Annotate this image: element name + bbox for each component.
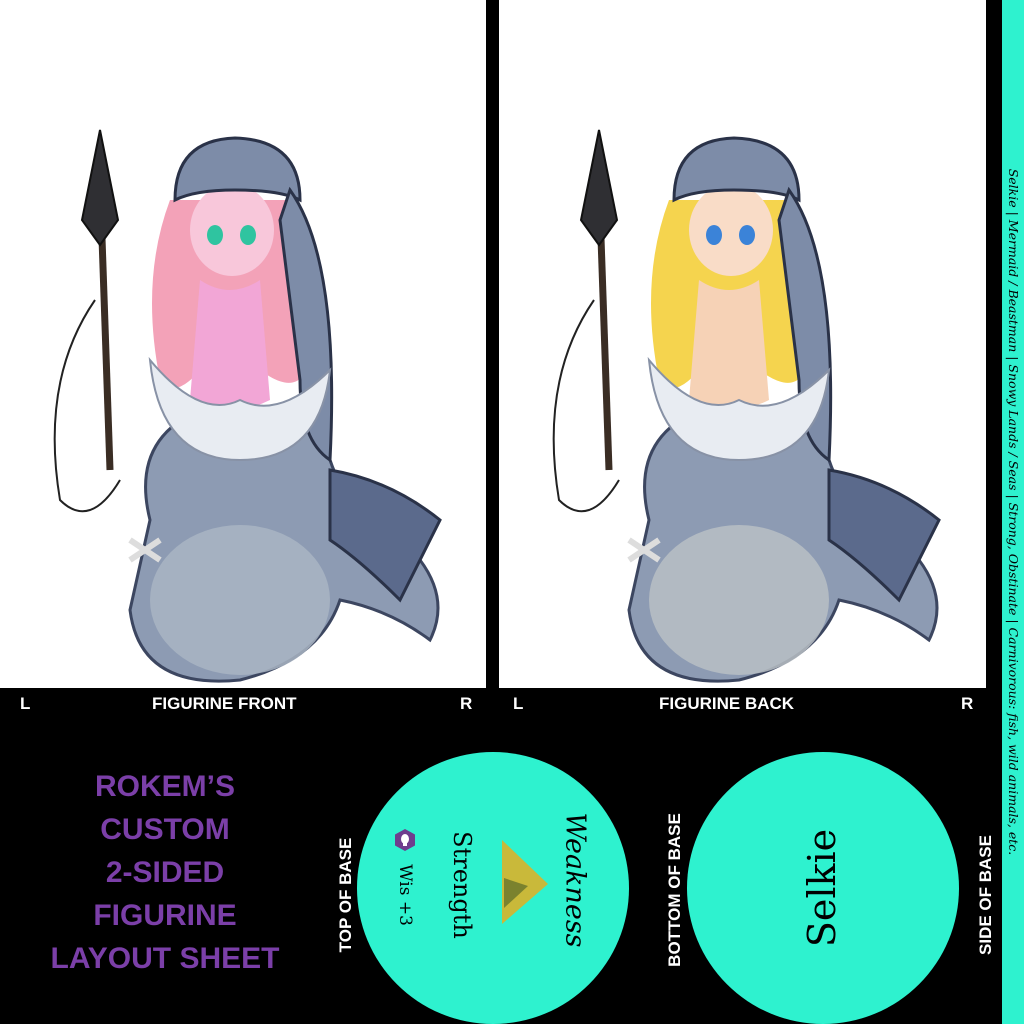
back-left-label: L: [513, 694, 524, 713]
back-right-label: R: [961, 694, 974, 713]
top-of-base-label: TOP OF BASE: [336, 837, 355, 953]
base-strength-text: Strength: [448, 831, 476, 939]
base-name-text: Selkie: [800, 828, 844, 948]
back-label-row: L FIGURINE BACK R: [499, 692, 986, 716]
selkie-front-illustration: [53, 129, 442, 683]
wisdom-hexagon-icon: [395, 829, 415, 851]
base-weakness-text: Weakness: [559, 812, 591, 948]
front-left-label: L: [20, 694, 31, 713]
layout-sheet-title: ROKEM’S CUSTOM 2-SIDED FIGURINE LAYOUT S…: [30, 765, 300, 980]
selkie-back-illustration: [552, 129, 941, 683]
title-line-3: 2-SIDED: [105, 856, 225, 889]
back-title: FIGURINE BACK: [659, 694, 795, 713]
front-label-row: L FIGURINE FRONT R: [0, 692, 486, 716]
base-stat-text: Wis +3: [395, 864, 415, 926]
title-line-1: ROKEM’S: [94, 770, 235, 803]
figurine-back-panel: [499, 0, 986, 688]
figurine-front-panel: [0, 0, 486, 688]
title-line-4: FIGURINE: [93, 899, 237, 932]
side-of-base-label: SIDE OF BASE: [976, 835, 995, 955]
bottom-of-base-label: BOTTOM OF BASE: [665, 813, 684, 967]
front-title: FIGURINE FRONT: [152, 694, 297, 713]
front-right-label: R: [460, 694, 473, 713]
side-strip-text: Selkie | Mermaid / Beastman | Snowy Land…: [1006, 168, 1021, 856]
title-line-2: CUSTOM: [100, 813, 230, 846]
title-line-5: LAYOUT SHEET: [50, 942, 280, 975]
weakness-triangle-icon: [502, 840, 548, 924]
